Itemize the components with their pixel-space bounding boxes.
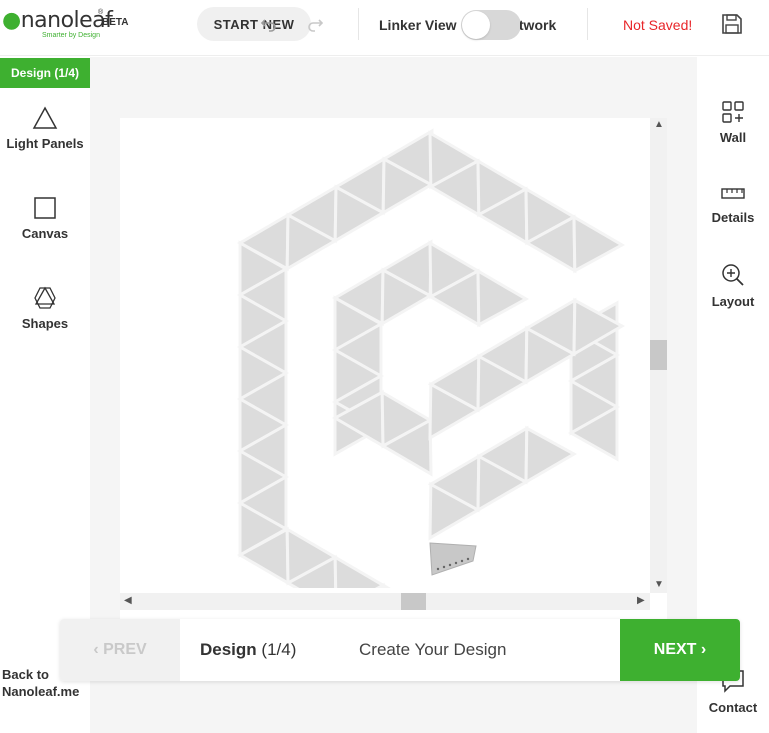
sidebar-item-layout[interactable]: Layout [697,262,769,309]
scroll-right-icon[interactable]: ▶ [637,595,645,606]
light-panel[interactable] [572,214,626,274]
sidebar-item-light-panels[interactable]: Light Panels [0,106,90,176]
sidebar-item-label: Canvas [21,226,69,241]
prev-button[interactable]: ‹ PREV [60,619,180,681]
vertical-scroll-thumb[interactable] [650,340,667,370]
save-status: Not Saved! [623,17,693,33]
vertical-scrollbar[interactable]: ▲ ▼ [650,118,667,593]
sidebar-item-label: Wall [719,130,747,145]
logo-tagline: Smarter by Design [42,32,100,39]
step-description: Create Your Design [359,640,507,659]
light-panel[interactable] [524,425,578,485]
toggle-knob [462,11,490,39]
linker-view-toggle[interactable] [461,10,521,40]
controller-block[interactable] [429,542,477,576]
sidebar-item-canvas[interactable]: Canvas [0,196,90,266]
next-label: NEXT [653,641,697,658]
light-panels-group [236,128,626,588]
undo-icon[interactable] [259,14,279,34]
zoom-in-icon [722,264,744,286]
sidebar-item-label: Details [711,210,755,225]
registered-mark: ® [98,9,104,16]
panel-layout[interactable] [120,118,667,588]
beta-badge: BETA [102,17,129,28]
light-panel[interactable] [333,554,387,588]
contact-label: Contact [708,700,758,715]
sidebar-item-label: Layout [711,294,755,309]
sidebar-item-label: Shapes [21,316,69,331]
triangle-icon [32,106,58,129]
step-title: Design (1/4) [200,640,296,660]
network-label: Network [520,17,557,33]
step-count: (1/4) [261,640,297,659]
sidebar-item-label: Light Panels [6,136,84,151]
top-bar: ●nanoleaf ® Smarter by Design BETA START… [0,0,769,56]
horizontal-scroll-thumb[interactable] [401,593,426,610]
prev-label: PREV [103,641,147,658]
save-icon[interactable] [720,12,744,36]
ruler-icon [721,188,745,199]
divider [358,8,359,40]
linker-view-label: Linker View [379,17,457,33]
step-badge: Design (1/4) [0,58,90,88]
light-panel[interactable] [476,268,530,328]
wall-grid-icon [722,101,744,123]
shapes-icon [34,286,56,309]
design-canvas[interactable] [120,118,667,668]
logo-wordmark: ●nanoleaf [2,8,113,33]
redo-icon[interactable] [305,14,325,34]
horizontal-scrollbar[interactable]: ◀ ▶ [120,593,650,610]
scroll-left-icon[interactable]: ◀ [124,595,132,606]
sidebar-item-wall[interactable]: Wall [697,100,769,145]
divider [587,8,588,40]
sidebar-item-details[interactable]: Details [697,184,769,225]
start-new-button[interactable]: START NEW [197,7,311,41]
scroll-up-icon[interactable]: ▲ [654,119,664,130]
nanoleaf-logo[interactable]: ●nanoleaf ® Smarter by Design BETA [2,8,132,42]
next-button[interactable]: NEXT › [620,619,740,681]
scroll-down-icon[interactable]: ▼ [654,579,664,590]
light-panel[interactable] [381,582,431,588]
square-icon [34,197,56,219]
step-navigation-bar: ‹ PREV Design (1/4) Create Your Design N… [60,619,740,681]
step-name: Design [200,640,257,659]
sidebar-item-shapes[interactable]: Shapes [0,286,90,356]
